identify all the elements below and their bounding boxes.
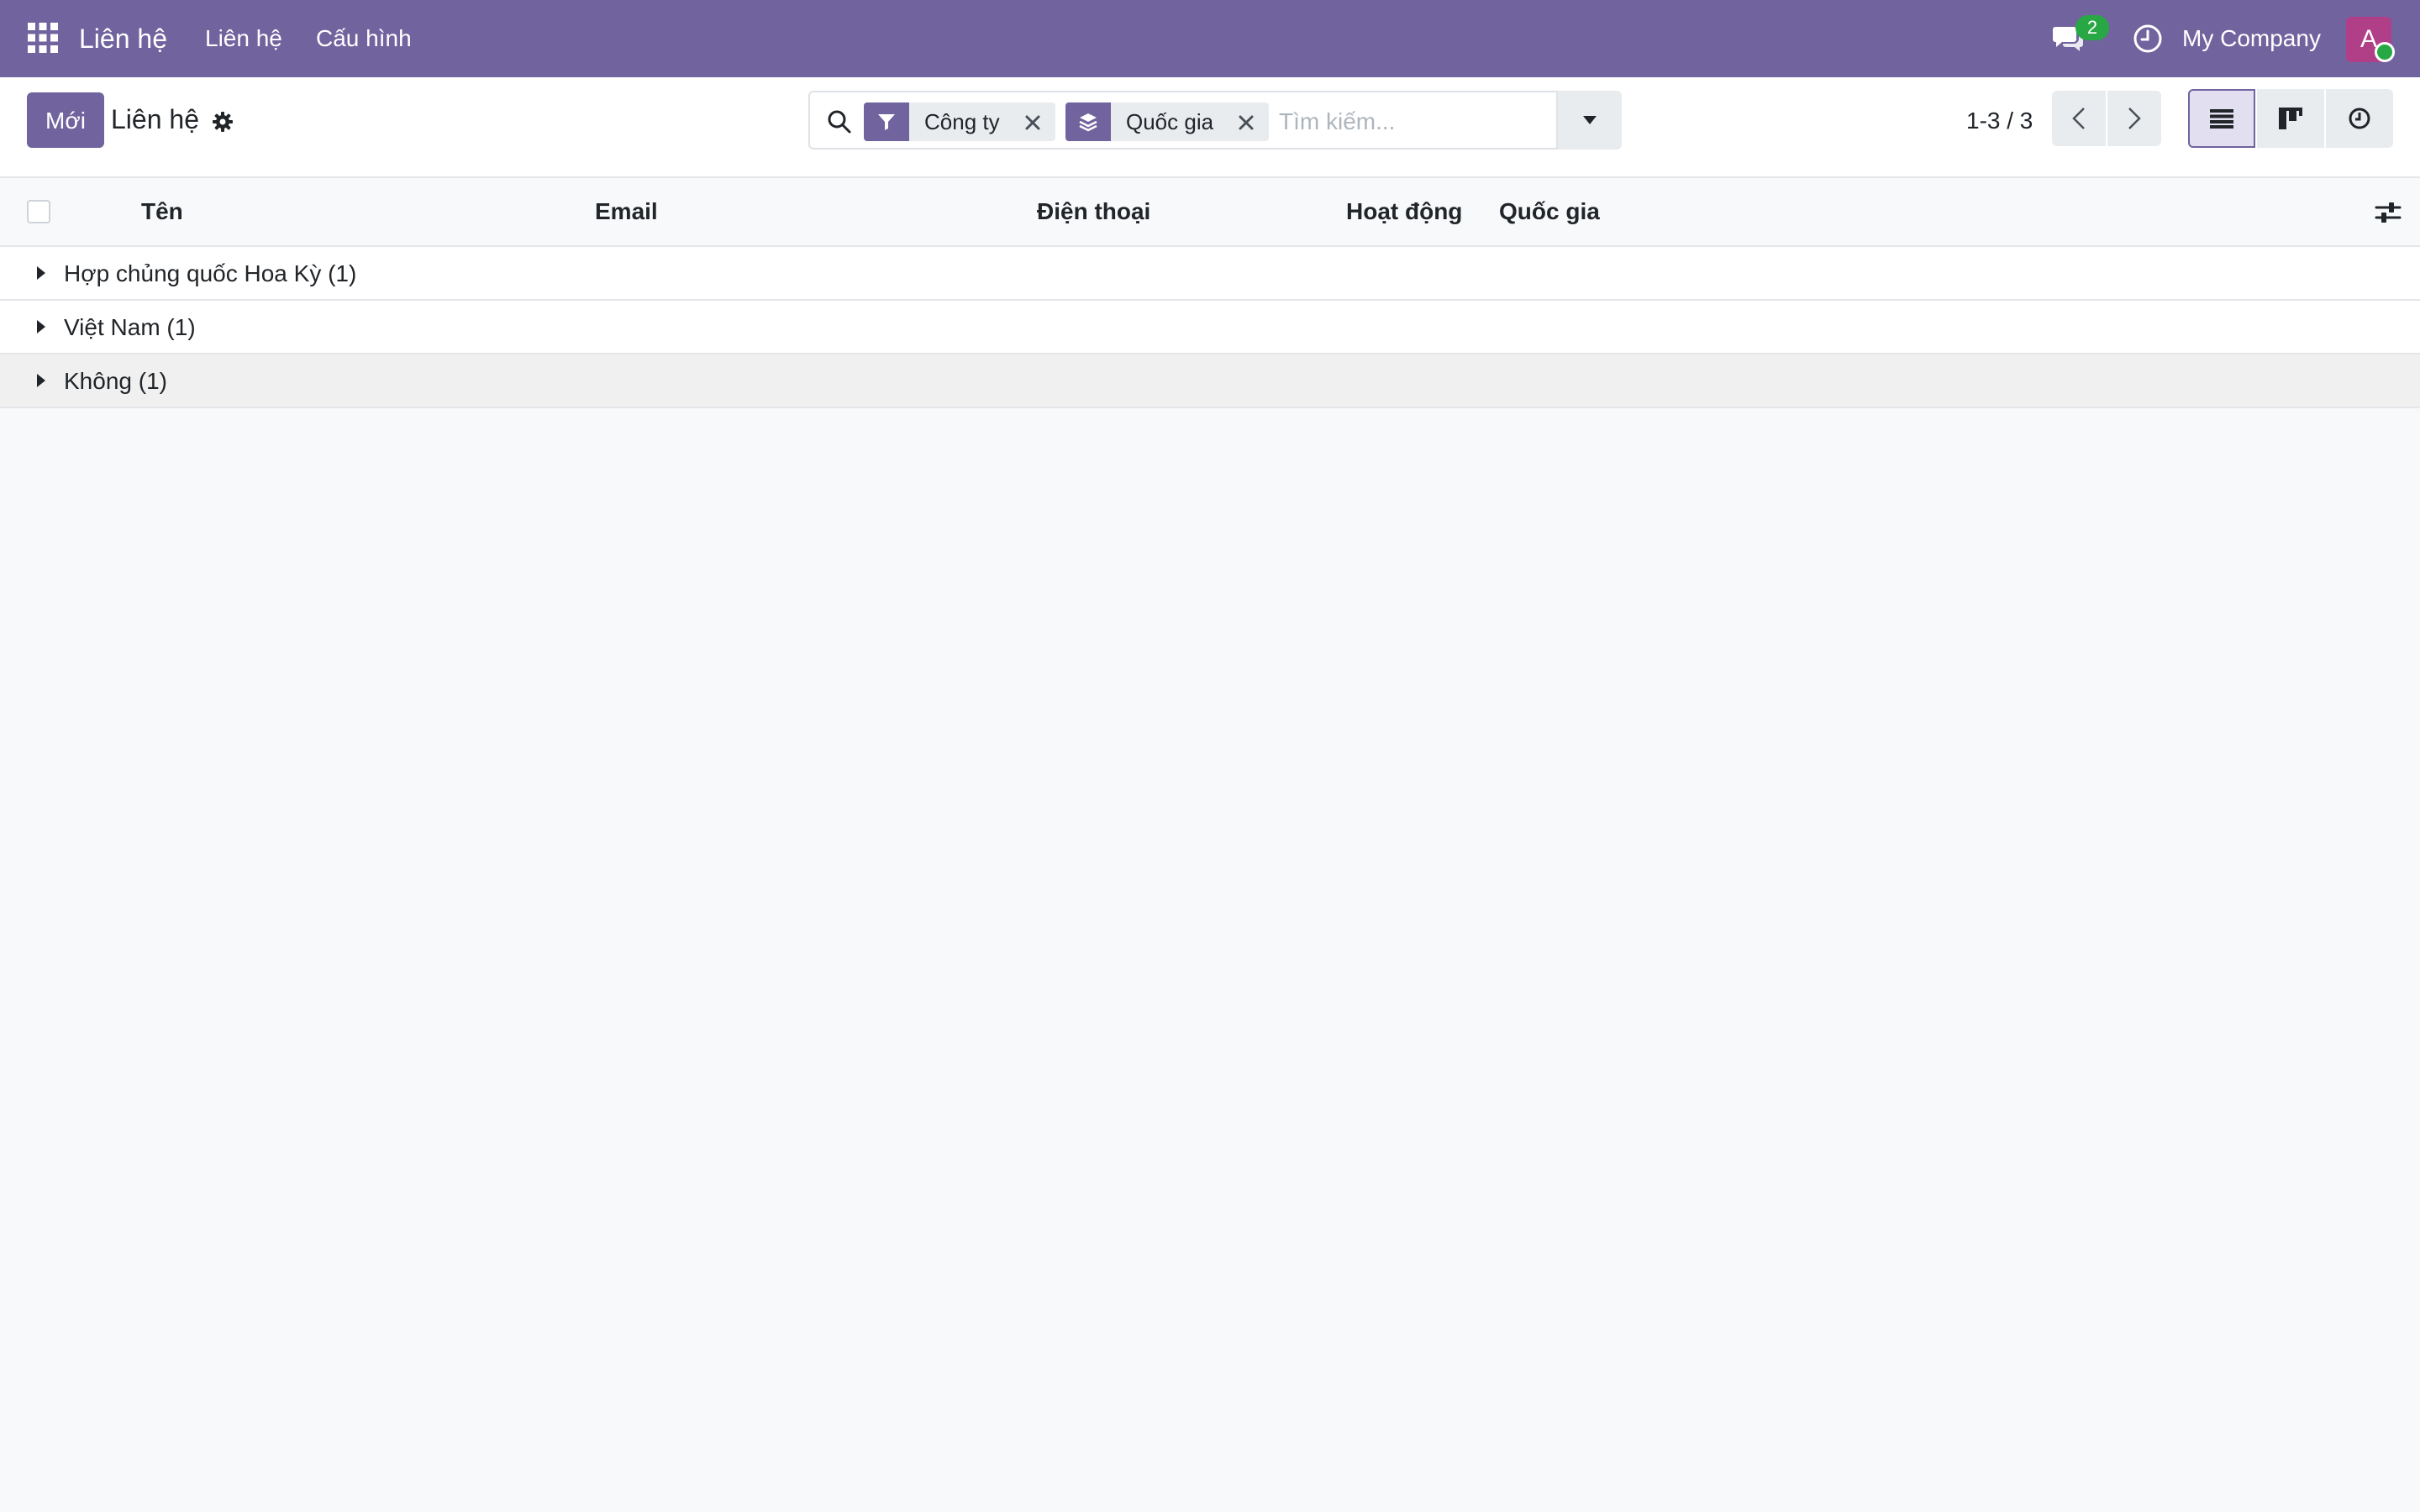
group-label: Việt Nam (1) [64,314,196,340]
clock-icon[interactable] [2133,24,2163,54]
presence-indicator [2375,42,2395,62]
control-panel: Mới Liên hệ Công ty Quốc gia Tìm kiếm...… [0,77,2420,178]
list-header: Tên Email Điện thoại Hoạt động Quốc gia [0,178,2420,247]
optional-columns-icon[interactable] [2375,200,2402,225]
pager-previous-button[interactable] [2052,91,2106,146]
chevron-right-icon [2128,108,2141,129]
close-icon[interactable] [1023,113,1042,132]
menu-item-configuration[interactable]: Cấu hình [316,24,412,54]
menu-item-contacts[interactable]: Liên hệ [205,24,282,54]
select-all-checkbox[interactable] [27,200,50,223]
search-facet-filter: Công ty [864,102,1055,141]
group-row[interactable]: Không (1) [0,354,2420,408]
company-switcher[interactable]: My Company [2182,24,2321,54]
new-button[interactable]: Mới [27,92,104,148]
column-header-activity[interactable]: Hoạt động [1346,197,1462,227]
caret-right-icon [37,266,45,280]
group-row[interactable]: Hợp chủng quốc Hoa Kỳ (1) [0,247,2420,301]
facet-value: Công ty [924,109,1000,134]
layers-icon [1065,102,1111,141]
list-view-button[interactable] [2188,89,2255,148]
caret-right-icon [37,374,45,387]
group-label: Hợp chủng quốc Hoa Kỳ (1) [64,260,357,286]
app-brand[interactable]: Liên hệ [79,20,167,57]
list-view-icon [2210,109,2233,129]
kanban-view-icon [2279,108,2302,129]
chat-badge: 2 [2075,15,2109,40]
column-header-name[interactable]: Tên [141,197,183,227]
caret-down-icon [1583,116,1597,124]
apps-grid-icon[interactable] [27,22,59,54]
column-header-phone[interactable]: Điện thoại [1037,197,1150,227]
activity-view-button[interactable] [2326,89,2393,148]
column-header-country[interactable]: Quốc gia [1499,197,1600,227]
filter-icon [864,102,909,141]
top-navbar: Liên hệ Liên hệ Cấu hình 2 My Company A [0,0,2420,77]
group-label: Không (1) [64,368,167,394]
search-icon[interactable] [827,109,852,134]
pager-value[interactable]: 1-3 / 3 [1966,106,2033,136]
search-facet-groupby: Quốc gia [1065,102,1269,141]
chevron-left-icon [2072,108,2085,129]
search-options-toggle[interactable] [1556,91,1622,150]
caret-right-icon [37,320,45,333]
column-header-email[interactable]: Email [595,197,658,227]
kanban-view-button[interactable] [2257,89,2324,148]
activity-view-icon [2349,108,2370,129]
group-row[interactable]: Việt Nam (1) [0,301,2420,354]
page-title: Liên hệ [111,104,199,134]
search-bar: Công ty Quốc gia [808,91,1622,150]
facet-value: Quốc gia [1126,109,1214,134]
close-icon[interactable] [1237,113,1255,132]
pager-next-button[interactable] [2107,91,2161,146]
gear-icon[interactable] [212,111,234,133]
search-input[interactable] [1277,102,1521,141]
